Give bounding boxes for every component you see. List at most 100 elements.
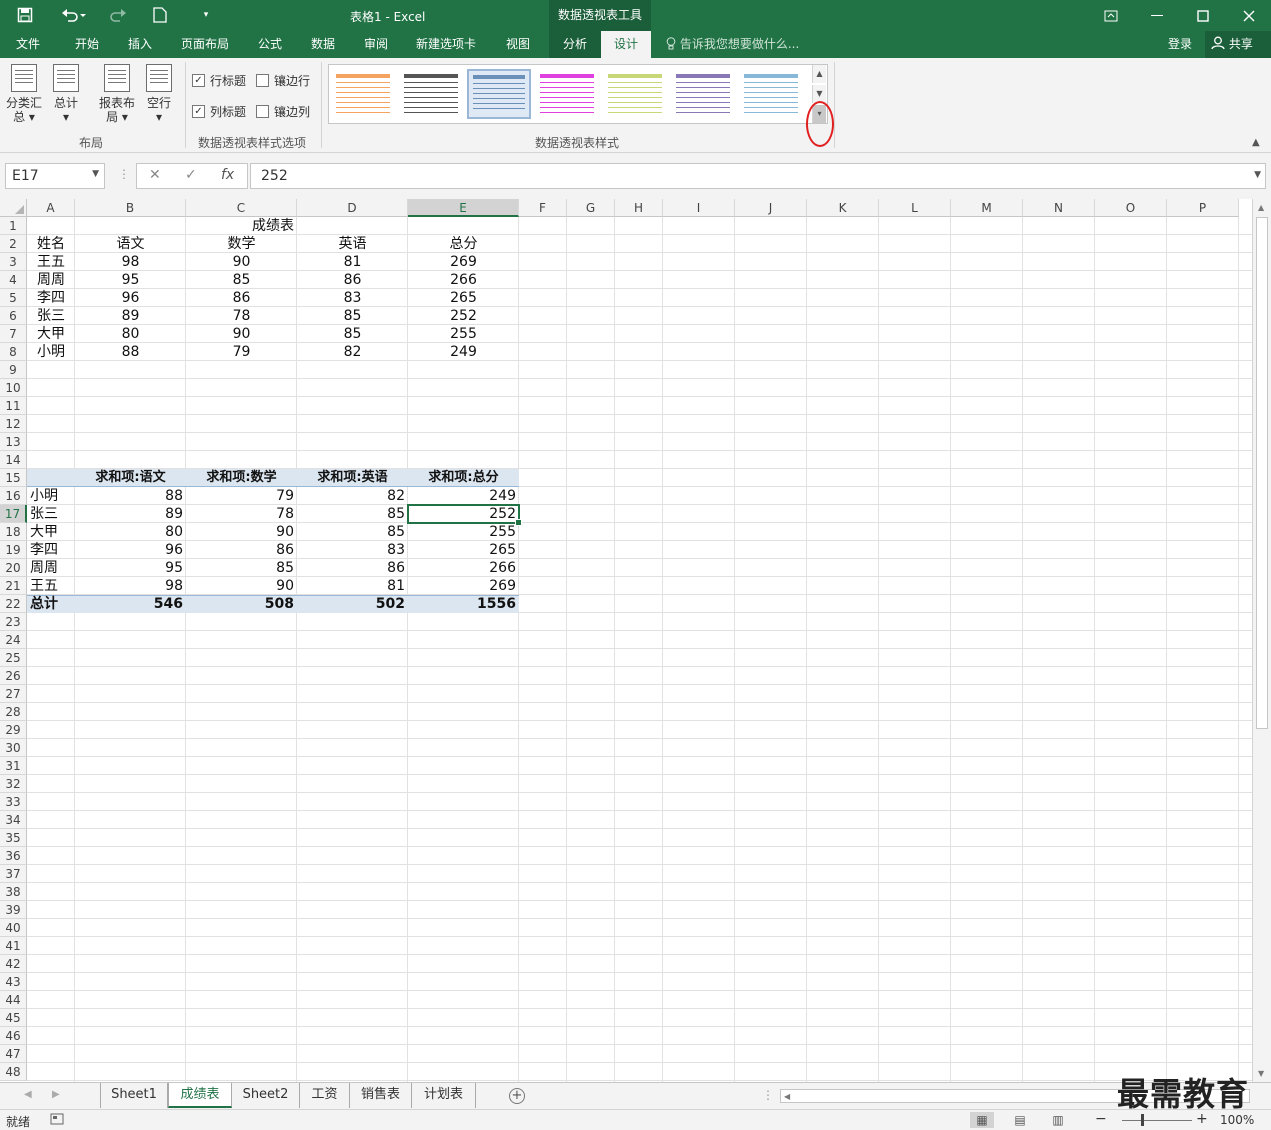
- pivot-cell[interactable]: 89: [75, 505, 186, 523]
- row-header[interactable]: 15: [0, 469, 27, 487]
- enter-icon[interactable]: ✓: [185, 167, 197, 183]
- column-header[interactable]: G: [567, 199, 615, 217]
- table-cell[interactable]: 266: [408, 271, 519, 289]
- row-header[interactable]: 22: [0, 595, 27, 613]
- pivot-style-swatch[interactable]: [399, 69, 463, 119]
- pivot-cell[interactable]: 255: [408, 523, 519, 541]
- row-header[interactable]: 24: [0, 631, 27, 649]
- pivot-cell[interactable]: 266: [408, 559, 519, 577]
- row-header[interactable]: 19: [0, 541, 27, 559]
- row-header[interactable]: 48: [0, 1063, 27, 1081]
- pivot-cell[interactable]: 86: [297, 559, 408, 577]
- tab-page-layout[interactable]: 页面布局: [172, 31, 238, 58]
- table-cell[interactable]: 95: [75, 271, 186, 289]
- row-header[interactable]: 44: [0, 991, 27, 1009]
- close-icon[interactable]: [1226, 0, 1271, 31]
- row-header[interactable]: 29: [0, 721, 27, 739]
- row-header[interactable]: 43: [0, 973, 27, 991]
- worksheet-grid[interactable]: A B C D E F G H I J K L M N O P 1 2 3 4 5 6 7 8 9 10 11 12 13 14 15 16 1…: [0, 199, 1252, 1082]
- row-header[interactable]: 35: [0, 829, 27, 847]
- tab-design[interactable]: 设计: [601, 31, 651, 58]
- pivot-cell[interactable]: 大甲: [27, 523, 75, 541]
- sign-in-link[interactable]: 登录: [1168, 31, 1192, 57]
- row-header[interactable]: 34: [0, 811, 27, 829]
- row-header[interactable]: 7: [0, 325, 27, 343]
- formula-input[interactable]: 252 ▼: [250, 163, 1266, 189]
- macro-record-icon[interactable]: [50, 1112, 64, 1129]
- scroll-up-icon[interactable]: ▲: [1258, 203, 1264, 212]
- pivot-total-cell[interactable]: 1556: [408, 595, 519, 613]
- row-header[interactable]: 45: [0, 1009, 27, 1027]
- scrollbar-thumb[interactable]: [1256, 217, 1268, 729]
- pivot-total-cell[interactable]: 总计: [27, 595, 75, 613]
- row-header[interactable]: 8: [0, 343, 27, 361]
- row-header[interactable]: 18: [0, 523, 27, 541]
- pivot-style-swatch[interactable]: [671, 69, 735, 119]
- pivot-cell[interactable]: 张三: [27, 505, 75, 523]
- table-cell[interactable]: 大甲: [27, 325, 75, 343]
- column-headers-checkbox[interactable]: ✓ 列标题: [192, 103, 246, 120]
- table-cell[interactable]: 85: [297, 325, 408, 343]
- row-header[interactable]: 23: [0, 613, 27, 631]
- column-header[interactable]: L: [879, 199, 951, 217]
- tab-view[interactable]: 视图: [494, 31, 542, 58]
- cancel-icon[interactable]: ✕: [149, 167, 161, 183]
- column-header[interactable]: P: [1167, 199, 1239, 217]
- gallery-scroll-up-icon[interactable]: ▲: [812, 65, 826, 83]
- row-header[interactable]: 26: [0, 667, 27, 685]
- table-cell[interactable]: 85: [186, 271, 297, 289]
- pivot-header-cell[interactable]: 求和项:总分: [408, 469, 519, 487]
- pivot-cell[interactable]: 95: [75, 559, 186, 577]
- report-layout-button[interactable]: 报表布局 ▾: [96, 64, 138, 124]
- subtotals-button[interactable]: 分类汇总 ▾: [4, 64, 44, 124]
- split-handle-icon[interactable]: ⋮: [762, 1088, 774, 1102]
- pivot-cell[interactable]: 85: [186, 559, 297, 577]
- pivot-total-cell[interactable]: 546: [75, 595, 186, 613]
- row-header[interactable]: 9: [0, 361, 27, 379]
- pivot-cell[interactable]: 79: [186, 487, 297, 505]
- ribbon-display-icon[interactable]: [1088, 0, 1134, 31]
- row-header[interactable]: 31: [0, 757, 27, 775]
- table-cell[interactable]: 90: [186, 253, 297, 271]
- page-layout-view-icon[interactable]: ▤: [1008, 1112, 1032, 1128]
- table-cell[interactable]: 88: [75, 343, 186, 361]
- pivot-style-swatch[interactable]: [535, 69, 599, 119]
- pivot-cell[interactable]: 88: [75, 487, 186, 505]
- scroll-down-icon[interactable]: ▼: [1258, 1069, 1264, 1078]
- table-cell[interactable]: 249: [408, 343, 519, 361]
- table-cell[interactable]: 张三: [27, 307, 75, 325]
- row-header[interactable]: 38: [0, 883, 27, 901]
- tab-file[interactable]: 文件: [4, 31, 52, 58]
- new-file-icon[interactable]: [150, 5, 170, 25]
- table-header-cell[interactable]: 语文: [75, 235, 186, 253]
- customize-icon[interactable]: ▾: [196, 5, 216, 25]
- table-header-cell[interactable]: 总分: [408, 235, 519, 253]
- add-sheet-icon[interactable]: +: [509, 1088, 525, 1104]
- tab-formulas[interactable]: 公式: [246, 31, 294, 58]
- scroll-left-icon[interactable]: ◀: [784, 1090, 790, 1103]
- page-break-view-icon[interactable]: ▥: [1046, 1112, 1070, 1128]
- row-header[interactable]: 39: [0, 901, 27, 919]
- row-header[interactable]: 36: [0, 847, 27, 865]
- table-cell[interactable]: 98: [75, 253, 186, 271]
- table-cell[interactable]: 李四: [27, 289, 75, 307]
- pivot-cell[interactable]: 249: [408, 487, 519, 505]
- column-header[interactable]: I: [663, 199, 735, 217]
- pivot-header-cell[interactable]: 求和项:语文: [75, 469, 186, 487]
- pivot-style-swatch[interactable]: [739, 69, 803, 119]
- row-header[interactable]: 13: [0, 433, 27, 451]
- column-header[interactable]: N: [1023, 199, 1095, 217]
- banded-rows-checkbox[interactable]: 镶边行: [256, 72, 310, 89]
- column-header[interactable]: J: [735, 199, 807, 217]
- row-header[interactable]: 4: [0, 271, 27, 289]
- table-cell[interactable]: 83: [297, 289, 408, 307]
- pivot-cell[interactable]: 86: [186, 541, 297, 559]
- sheet-tab-sales[interactable]: 销售表: [350, 1083, 412, 1108]
- sheet-tab-grades[interactable]: 成绩表: [168, 1083, 232, 1108]
- pivot-cell[interactable]: 90: [186, 577, 297, 595]
- zoom-out-icon[interactable]: −: [1095, 1111, 1107, 1127]
- pivot-total-cell[interactable]: 508: [186, 595, 297, 613]
- table-cell[interactable]: 小明: [27, 343, 75, 361]
- table-cell[interactable]: 80: [75, 325, 186, 343]
- row-header[interactable]: 3: [0, 253, 27, 271]
